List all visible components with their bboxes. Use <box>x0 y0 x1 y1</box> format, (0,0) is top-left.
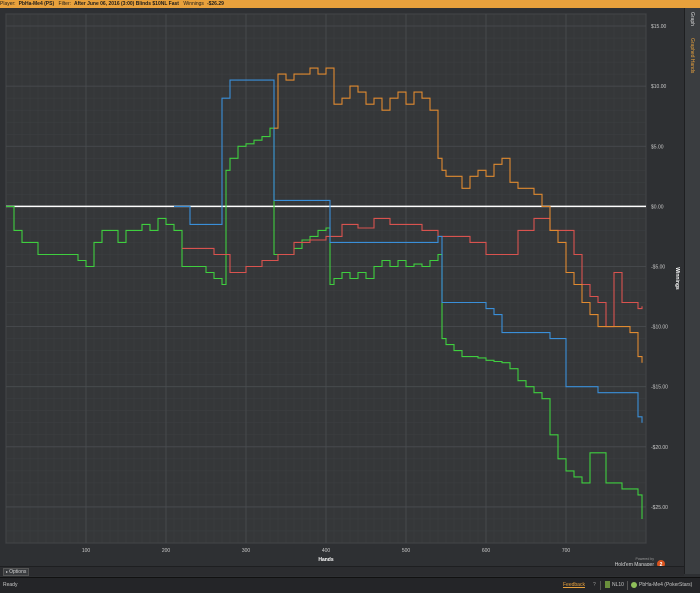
player-icon <box>631 581 637 588</box>
options-button[interactable]: ▸ Options <box>3 568 30 576</box>
y-tick-label: -$10.00 <box>651 325 668 331</box>
x-tick-label: 200 <box>162 548 171 554</box>
chart-svg: 100 200 300 400 500 600 700 $15.00 $10.00 $5.00 $0… <box>5 13 680 572</box>
status-bar: Ready Feedback ? NL10 PbHa-Me4 (PokerSta… <box>0 577 700 593</box>
right-sidebar: Graph Graphed Hands <box>684 8 700 574</box>
tab-graphed-hands[interactable]: Graphed Hands <box>689 38 695 73</box>
winnings-chart: 100 200 300 400 500 600 700 $15.00 $10.00 $5.00 $0… <box>0 8 684 572</box>
y-tick-label: -$25.00 <box>651 505 668 511</box>
y-tick-label: $10.00 <box>651 84 667 90</box>
tab-graph[interactable]: Graph <box>689 12 695 26</box>
status-separator <box>627 581 628 590</box>
filter-value: After June 06, 2016 (3:00) Blinds $10NL … <box>74 1 179 7</box>
player-value: PbHa-Me4 (PS) <box>18 1 55 7</box>
stake-indicator[interactable]: NL10 <box>605 578 624 593</box>
y-axis-label: Winnings <box>674 267 680 290</box>
x-axis-label: Hands <box>318 557 334 563</box>
y-tick-label: -$20.00 <box>651 445 668 451</box>
stake-icon <box>605 581 610 589</box>
status-separator <box>600 581 601 590</box>
x-tick-label: 600 <box>482 548 491 554</box>
x-tick-label: 300 <box>242 548 251 554</box>
title-bar: Player: PbHa-Me4 (PS) Filter: After June 0… <box>0 0 700 8</box>
player-label: Player: <box>0 1 16 7</box>
winnings-value: -$26.29 <box>206 1 224 7</box>
help-icon[interactable]: ? <box>593 578 596 593</box>
active-player-label: PbHa-Me4 (PokerStars) <box>639 582 693 588</box>
y-tick-label: -$5.00 <box>651 264 665 270</box>
filter-label: Filter: <box>58 1 72 7</box>
status-ready: Ready <box>3 582 18 588</box>
options-label: Options <box>9 569 27 575</box>
x-tick-label: 500 <box>402 548 411 554</box>
y-tick-label: $5.00 <box>651 144 664 150</box>
x-tick-label: 100 <box>82 548 91 554</box>
x-tick-label: 700 <box>562 548 571 554</box>
x-tick-label: 400 <box>322 548 331 554</box>
y-tick-label: $15.00 <box>651 24 667 30</box>
winnings-label: Winnings <box>183 1 204 7</box>
y-tick-label: $0.00 <box>651 204 664 210</box>
feedback-link[interactable]: Feedback <box>563 578 585 593</box>
options-bar: ▸ Options <box>0 566 684 576</box>
y-tick-label: -$15.00 <box>651 385 668 391</box>
active-player[interactable]: PbHa-Me4 (PokerStars) <box>631 578 692 593</box>
branding-powered-by: Powered by <box>636 557 655 561</box>
stake-label: NL10 <box>612 582 624 588</box>
